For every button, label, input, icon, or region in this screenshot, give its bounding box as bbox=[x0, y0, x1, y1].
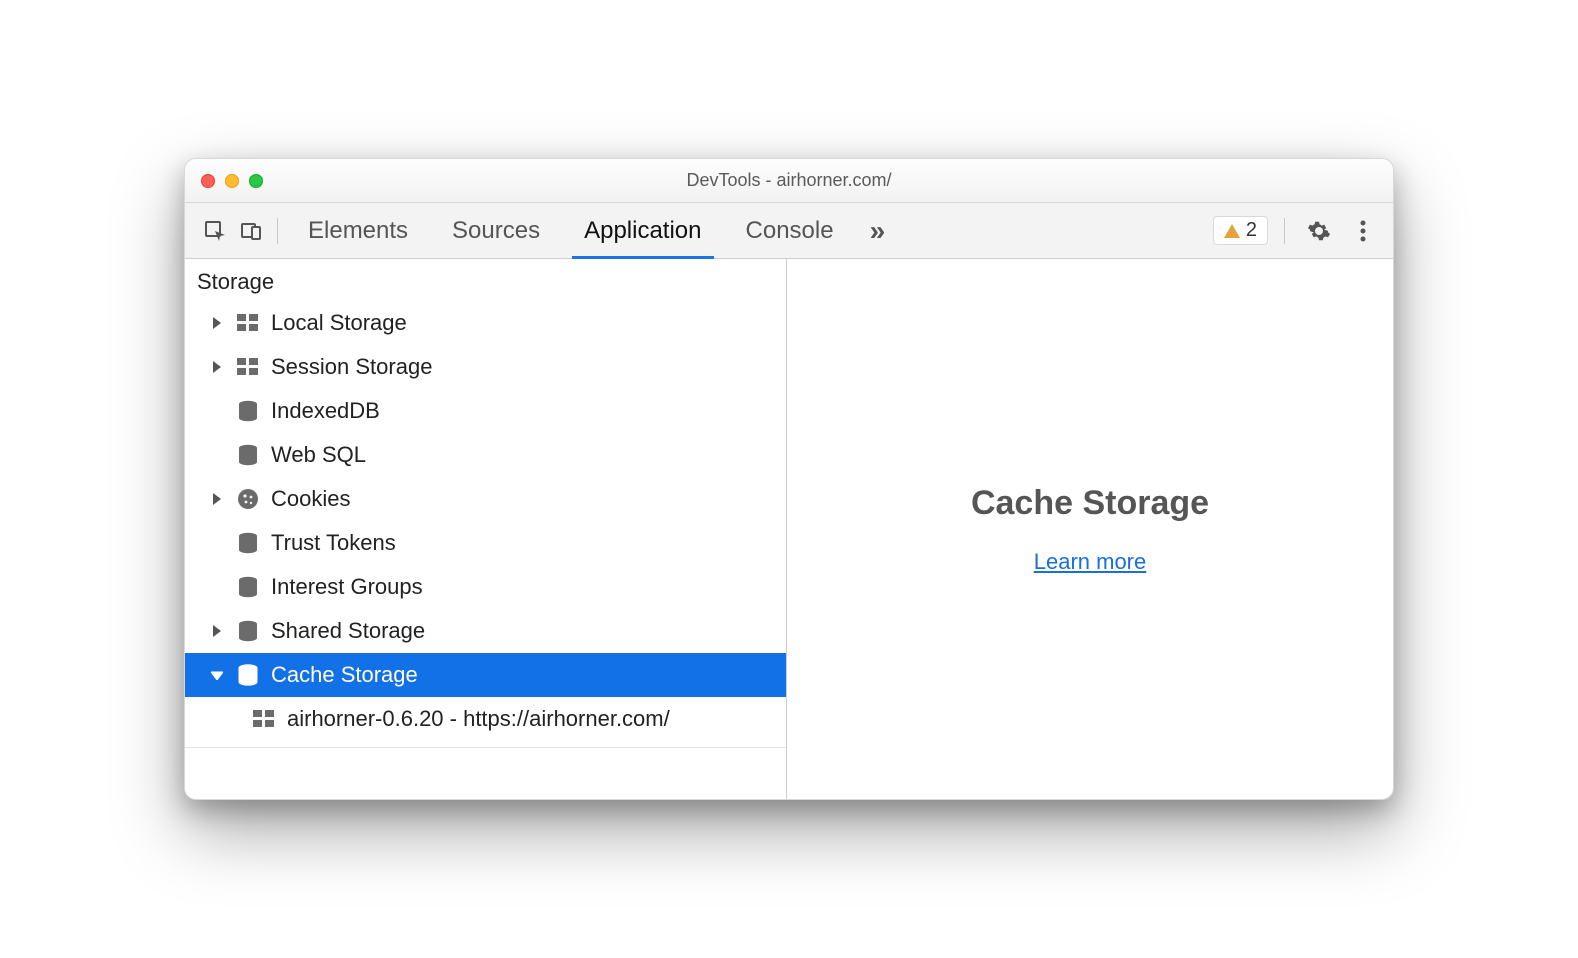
tree-item-session-storage[interactable]: Session Storage bbox=[185, 345, 786, 389]
kebab-icon bbox=[1360, 220, 1366, 242]
chevron-down-icon[interactable] bbox=[211, 670, 225, 680]
sidebar-separator bbox=[185, 747, 786, 748]
db-icon bbox=[235, 444, 261, 466]
grid-icon bbox=[251, 708, 277, 730]
tree-item-web-sql[interactable]: Web SQL bbox=[185, 433, 786, 477]
traffic-lights bbox=[201, 174, 263, 188]
tree-item-cookies[interactable]: Cookies bbox=[185, 477, 786, 521]
tree-item-trust-tokens[interactable]: Trust Tokens bbox=[185, 521, 786, 565]
gear-icon bbox=[1307, 219, 1331, 243]
chevron-right-icon[interactable] bbox=[211, 625, 225, 637]
settings-button[interactable] bbox=[1301, 213, 1337, 249]
chevron-right-icon[interactable] bbox=[211, 493, 225, 505]
tree-item-local-storage[interactable]: Local Storage bbox=[185, 301, 786, 345]
inspect-element-icon[interactable] bbox=[197, 213, 233, 249]
sidebar-section-header: Storage bbox=[185, 259, 786, 301]
tab-console[interactable]: Console bbox=[724, 203, 856, 258]
application-sidebar: Storage Local Storage Session Storage Inde… bbox=[185, 259, 787, 799]
tree-item-cache-storage[interactable]: Cache Storage bbox=[185, 653, 786, 697]
tab-label: Application bbox=[584, 217, 701, 245]
devtools-window: DevTools - airhorner.com/ Elements Sourc… bbox=[184, 158, 1394, 800]
more-tabs-button[interactable]: » bbox=[856, 215, 900, 247]
device-toggle-icon[interactable] bbox=[233, 213, 269, 249]
db-icon bbox=[235, 664, 261, 686]
warnings-badge[interactable]: 2 bbox=[1213, 216, 1268, 245]
tab-label: Console bbox=[746, 217, 834, 245]
close-window-button[interactable] bbox=[201, 174, 215, 188]
toolbar-divider bbox=[277, 218, 278, 244]
chevron-right-icon[interactable] bbox=[211, 361, 225, 373]
db-icon bbox=[235, 620, 261, 642]
tab-elements[interactable]: Elements bbox=[286, 203, 430, 258]
more-options-button[interactable] bbox=[1345, 213, 1381, 249]
tree-item-label: Cookies bbox=[271, 486, 350, 512]
tree-item-interest-groups[interactable]: Interest Groups bbox=[185, 565, 786, 609]
content-area: Storage Local Storage Session Storage Inde… bbox=[185, 259, 1393, 799]
db-icon bbox=[235, 576, 261, 598]
tree-item-cache-entry[interactable]: airhorner-0.6.20 - https://airhorner.com… bbox=[185, 697, 786, 741]
db-icon bbox=[235, 532, 261, 554]
tree-item-indexeddb[interactable]: IndexedDB bbox=[185, 389, 786, 433]
chevron-right-icon[interactable] bbox=[211, 317, 225, 329]
tree-item-label: Cache Storage bbox=[271, 662, 418, 688]
tab-sources[interactable]: Sources bbox=[430, 203, 562, 258]
tree-item-shared-storage[interactable]: Shared Storage bbox=[185, 609, 786, 653]
tree-item-label: Session Storage bbox=[271, 354, 432, 380]
main-heading: Cache Storage bbox=[971, 484, 1209, 523]
tree-item-label: IndexedDB bbox=[271, 398, 380, 424]
devtools-toolbar: Elements Sources Application Console » 2 bbox=[185, 203, 1393, 259]
window-title: DevTools - airhorner.com/ bbox=[185, 170, 1393, 191]
titlebar: DevTools - airhorner.com/ bbox=[185, 159, 1393, 203]
tab-label: Elements bbox=[308, 217, 408, 245]
warning-count: 2 bbox=[1246, 219, 1257, 242]
tree-item-label: Trust Tokens bbox=[271, 530, 396, 556]
zoom-window-button[interactable] bbox=[249, 174, 263, 188]
storage-tree: Local Storage Session Storage IndexedDB Web… bbox=[185, 301, 786, 741]
db-icon bbox=[235, 400, 261, 422]
toolbar-right: 2 bbox=[1213, 213, 1381, 249]
tree-item-label: Interest Groups bbox=[271, 574, 423, 600]
toolbar-divider bbox=[1284, 218, 1285, 244]
grid-icon bbox=[235, 356, 261, 378]
tree-item-label: Shared Storage bbox=[271, 618, 425, 644]
tree-item-label: airhorner-0.6.20 - https://airhorner.com… bbox=[287, 706, 670, 732]
tab-label: Sources bbox=[452, 217, 540, 245]
main-panel: Cache Storage Learn more bbox=[787, 259, 1393, 799]
learn-more-link[interactable]: Learn more bbox=[1034, 549, 1147, 575]
tab-application[interactable]: Application bbox=[562, 203, 723, 258]
tree-item-label: Web SQL bbox=[271, 442, 366, 468]
tree-item-label: Local Storage bbox=[271, 310, 407, 336]
cookie-icon bbox=[235, 488, 261, 510]
grid-icon bbox=[235, 312, 261, 334]
panel-tabs: Elements Sources Application Console bbox=[286, 203, 856, 258]
minimize-window-button[interactable] bbox=[225, 174, 239, 188]
warning-icon bbox=[1224, 224, 1240, 238]
